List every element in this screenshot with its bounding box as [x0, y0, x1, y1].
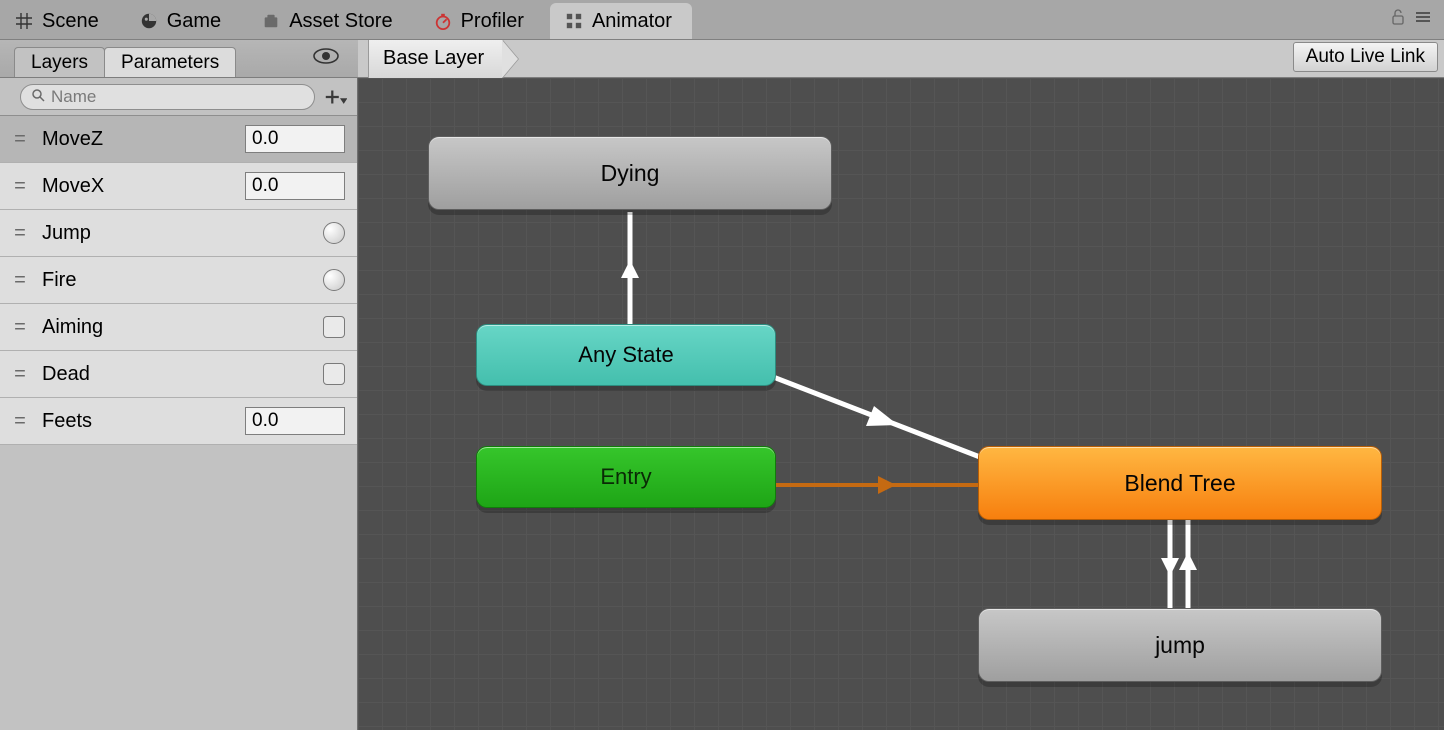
parameter-search-placeholder: Name: [51, 87, 96, 107]
tab-animator[interactable]: Animator: [550, 3, 692, 39]
parameter-trigger-indicator[interactable]: [323, 222, 345, 244]
tab-game[interactable]: Game: [125, 3, 241, 39]
parameter-row[interactable]: = Fire: [0, 257, 357, 304]
tab-asset-store-label: Asset Store: [289, 10, 392, 33]
parameter-row[interactable]: = Jump: [0, 210, 357, 257]
main-tab-bar: Scene Game Asset Store Profiler Animator: [0, 0, 1444, 40]
parameter-search-row: Name: [0, 78, 357, 116]
breadcrumb-base-layer-label: Base Layer: [383, 47, 484, 70]
subtab-layers[interactable]: Layers: [14, 47, 105, 77]
parameter-name-label: Jump: [42, 222, 313, 245]
subtab-parameters[interactable]: Parameters: [104, 47, 236, 77]
state-node-entry-label: Entry: [600, 464, 651, 490]
parameter-bool-checkbox[interactable]: [323, 363, 345, 385]
parameter-float-input[interactable]: [245, 125, 345, 153]
animator-graph[interactable]: Dying Any State Entry Blend Tree jump: [358, 78, 1444, 730]
state-node-blend-tree-label: Blend Tree: [1124, 470, 1235, 497]
parameter-bool-checkbox[interactable]: [323, 316, 345, 338]
parameter-list: = MoveZ = MoveX = Jump = Fire = Aiming = Dead = Feets: [0, 116, 357, 445]
parameter-row[interactable]: = Dead: [0, 351, 357, 398]
parameter-name-label: Feets: [42, 410, 235, 433]
add-parameter-button[interactable]: [323, 85, 347, 109]
auto-live-link-button[interactable]: Auto Live Link: [1293, 42, 1438, 72]
tab-asset-store[interactable]: Asset Store: [247, 3, 412, 39]
parameter-row[interactable]: = MoveZ: [0, 116, 357, 163]
tab-scene[interactable]: Scene: [0, 3, 119, 39]
state-node-any-state-label: Any State: [578, 342, 673, 368]
tab-game-label: Game: [167, 10, 221, 33]
parameter-row[interactable]: = Feets: [0, 398, 357, 445]
tab-scene-label: Scene: [42, 10, 99, 33]
subtab-layers-label: Layers: [31, 52, 88, 74]
scene-icon: [14, 11, 34, 31]
subtab-parameters-label: Parameters: [121, 52, 219, 74]
tab-profiler[interactable]: Profiler: [419, 3, 544, 39]
drag-handle-icon[interactable]: =: [8, 363, 32, 386]
asset-store-icon: [261, 11, 281, 31]
game-icon: [139, 11, 159, 31]
state-node-dying[interactable]: Dying: [428, 136, 832, 210]
auto-live-link-label: Auto Live Link: [1306, 46, 1425, 68]
parameter-name-label: Fire: [42, 269, 313, 292]
state-node-jump[interactable]: jump: [978, 608, 1382, 682]
parameter-name-label: Aiming: [42, 316, 313, 339]
tab-bar-right: [1390, 0, 1444, 39]
parameter-float-input[interactable]: [245, 407, 345, 435]
parameter-name-label: MoveZ: [42, 128, 235, 151]
state-node-jump-label: jump: [1155, 632, 1205, 659]
parameters-sidebar: Name =MoveZ=MoveX=Jump=Fire=Aiming=Dead=…: [0, 78, 358, 730]
animator-icon: [564, 11, 584, 31]
drag-handle-icon[interactable]: =: [8, 316, 32, 339]
parameter-row[interactable]: = Aiming: [0, 304, 357, 351]
drag-handle-icon[interactable]: =: [8, 175, 32, 198]
state-node-entry[interactable]: Entry: [476, 446, 776, 508]
left-subtabs: Layers Parameters: [0, 40, 358, 77]
drag-handle-icon[interactable]: =: [8, 128, 32, 151]
drag-handle-icon[interactable]: =: [8, 410, 32, 433]
profiler-icon: [433, 11, 453, 31]
tab-menu-icon[interactable]: [1416, 10, 1430, 29]
parameter-name-label: Dead: [42, 363, 313, 386]
parameter-trigger-indicator[interactable]: [323, 269, 345, 291]
state-node-any-state[interactable]: Any State: [476, 324, 776, 386]
parameter-name-label: MoveX: [42, 175, 235, 198]
visibility-toggle-icon[interactable]: [312, 46, 340, 71]
breadcrumb: Base Layer Auto Live Link: [358, 40, 1444, 77]
drag-handle-icon[interactable]: =: [8, 269, 32, 292]
lock-icon[interactable]: [1390, 8, 1406, 31]
state-node-dying-label: Dying: [601, 160, 660, 187]
drag-handle-icon[interactable]: =: [8, 222, 32, 245]
breadcrumb-base-layer[interactable]: Base Layer: [368, 40, 502, 78]
search-icon: [31, 87, 45, 107]
parameter-row[interactable]: = MoveX: [0, 163, 357, 210]
state-node-blend-tree[interactable]: Blend Tree: [978, 446, 1382, 520]
animator-subbar: Layers Parameters Base Layer Auto Live L…: [0, 40, 1444, 78]
parameter-search-input[interactable]: Name: [20, 84, 315, 110]
tab-profiler-label: Profiler: [461, 10, 524, 33]
tab-animator-label: Animator: [592, 10, 672, 33]
parameter-float-input[interactable]: [245, 172, 345, 200]
